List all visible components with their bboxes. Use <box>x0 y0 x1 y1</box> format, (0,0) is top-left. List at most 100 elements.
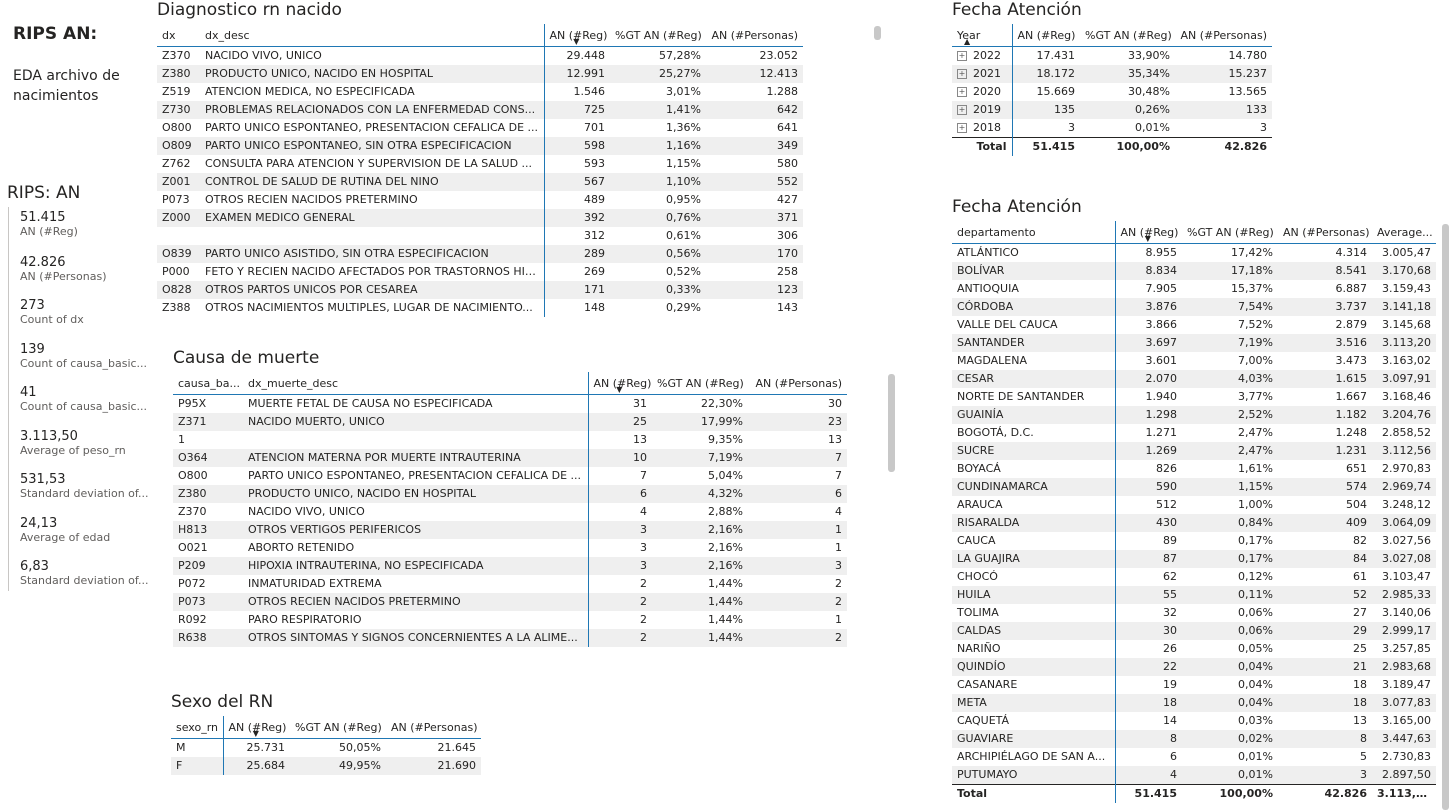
diag-row[interactable]: P073 OTROS RECIEN NACIDOS PRETERMINO 489 0,… <box>157 191 803 209</box>
dep-row[interactable]: CAUCA 89 0,17% 82 3.027,56 <box>952 532 1436 550</box>
dep-row[interactable]: CHOCÓ 62 0,12% 61 3.103,47 <box>952 568 1436 586</box>
causa-row[interactable]: Z371 NACIDO MUERTO, UNICO 25 17,99% 23 <box>173 413 847 431</box>
year-col-pct[interactable]: %GT AN (#Reg) <box>1080 24 1175 47</box>
sexo-table-visual[interactable]: sexo_rn AN (#Reg) ▼ %GT AN (#Reg) AN (#Pe… <box>171 716 483 775</box>
expand-plus-icon[interactable]: + <box>957 123 967 133</box>
sexo-row[interactable]: M 25.731 50,05% 21.645 <box>171 738 481 757</box>
dep-col-personas[interactable]: AN (#Personas) <box>1278 221 1372 244</box>
sexo-col-sexo[interactable]: sexo_rn <box>171 716 224 739</box>
dep-row[interactable]: BOLÍVAR 8.834 17,18% 8.541 3.170,68 <box>952 262 1436 280</box>
causa-row[interactable]: O021 ABORTO RETENIDO 3 2,16% 1 <box>173 539 847 557</box>
causa-row[interactable]: P209 HIPOXIA INTRAUTERINA, NO ESPECIFICAD… <box>173 557 847 575</box>
diag-row[interactable]: Z380 PRODUCTO UNICO, NACIDO EN HOSPITAL 12… <box>157 65 803 83</box>
dep-row[interactable]: CALDAS 30 0,06% 29 2.999,17 <box>952 622 1436 640</box>
diag-row[interactable]: 312 0,61% 306 <box>157 227 803 245</box>
fecha-dep-visual[interactable]: departamento AN (#Reg) ▼ %GT AN (#Reg) AN… <box>952 221 1438 810</box>
causa-col-reg[interactable]: AN (#Reg) ▼ <box>588 372 652 395</box>
expand-plus-icon[interactable]: + <box>957 105 967 115</box>
causa-col-code[interactable]: causa_ba... <box>173 372 243 395</box>
causa-row[interactable]: Z380 PRODUCTO UNICO, NACIDO EN HOSPITAL 6 4… <box>173 485 847 503</box>
diag-row[interactable]: Z762 CONSULTA PARA ATENCION Y SUPERVISION… <box>157 155 803 173</box>
dep-row[interactable]: MAGDALENA 3.601 7,00% 3.473 3.163,02 <box>952 352 1436 370</box>
dep-row[interactable]: CUNDINAMARCA 590 1,15% 574 2.969,74 <box>952 478 1436 496</box>
year-row[interactable]: +2018 3 0,01% 3 <box>952 119 1272 138</box>
year-row[interactable]: +2020 15.669 30,48% 13.565 <box>952 83 1272 101</box>
diag-row[interactable]: O809 PARTO UNICO ESPONTANEO, SIN OTRA ESP… <box>157 137 803 155</box>
expand-plus-icon[interactable]: + <box>957 87 967 97</box>
dep-row[interactable]: ARAUCA 512 1,00% 504 3.248,12 <box>952 496 1436 514</box>
sexo-col-pct[interactable]: %GT AN (#Reg) <box>290 716 386 739</box>
causa-col-personas[interactable]: AN (#Personas) <box>748 372 847 395</box>
diag-col-desc[interactable]: dx_desc <box>200 24 545 47</box>
diag-row[interactable]: Z001 CONTROL DE SALUD DE RUTINA DEL NINO 5… <box>157 173 803 191</box>
causa-col-desc[interactable]: dx_muerte_desc <box>243 372 589 395</box>
expand-plus-icon[interactable]: + <box>957 51 967 61</box>
causa-row[interactable]: P072 INMATURIDAD EXTREMA 2 1,44% 2 <box>173 575 847 593</box>
dep-col-reg[interactable]: AN (#Reg) ▼ <box>1115 221 1182 244</box>
causa-scrollbar[interactable] <box>888 374 895 472</box>
dep-scrollbar[interactable] <box>1442 224 1449 810</box>
dep-row[interactable]: ANTIOQUIA 7.905 15,37% 6.887 3.159,43 <box>952 280 1436 298</box>
causa-row[interactable]: P073 OTROS RECIEN NACIDOS PRETERMINO 2 1,44… <box>173 593 847 611</box>
diag-row[interactable]: P000 FETO Y RECIEN NACIDO AFECTADOS POR T… <box>157 263 803 281</box>
dep-row[interactable]: BOGOTÁ, D.C. 1.271 2,47% 1.248 2.858,52 <box>952 424 1436 442</box>
dep-row[interactable]: META 18 0,04% 18 3.077,83 <box>952 694 1436 712</box>
diag-table-visual[interactable]: dx dx_desc AN (#Reg) ▼ %GT AN (#Reg) AN (… <box>157 24 805 318</box>
causa-row[interactable]: R638 OTROS SINTOMAS Y SIGNOS CONCERNIENTE… <box>173 629 847 647</box>
dep-col-departamento[interactable]: departamento <box>952 221 1116 244</box>
dep-row[interactable]: ARCHIPIÉLAGO DE SAN A... 6 0,01% 5 2.730,83 <box>952 748 1436 766</box>
causa-row[interactable]: H813 OTROS VERTIGOS PERIFERICOS 3 2,16% 1 <box>173 521 847 539</box>
fecha-year-visual[interactable]: Year ▲ AN (#Reg) %GT AN (#Reg) AN (#Perso… <box>952 24 1274 156</box>
dep-row[interactable]: VALLE DEL CAUCA 3.866 7,52% 2.879 3.145,68 <box>952 316 1436 334</box>
diag-row[interactable]: Z519 ATENCION MEDICA, NO ESPECIFICADA 1.54… <box>157 83 803 101</box>
causa-row[interactable]: 1 13 9,35% 13 <box>173 431 847 449</box>
dep-col-average[interactable]: Average... <box>1372 221 1436 244</box>
sexo-row[interactable]: F 25.684 49,95% 21.690 <box>171 757 481 775</box>
dep-row[interactable]: NORTE DE SANTANDER 1.940 3,77% 1.667 3.168,4… <box>952 388 1436 406</box>
dep-row[interactable]: NARIÑO 26 0,05% 25 3.257,85 <box>952 640 1436 658</box>
dep-row[interactable]: SUCRE 1.269 2,47% 1.231 3.112,56 <box>952 442 1436 460</box>
sexo-col-reg[interactable]: AN (#Reg) ▼ <box>223 716 290 739</box>
dep-row[interactable]: BOYACÁ 826 1,61% 651 2.970,83 <box>952 460 1436 478</box>
year-col-reg[interactable]: AN (#Reg) <box>1012 24 1080 47</box>
diag-row[interactable]: O828 OTROS PARTOS UNICOS POR CESAREA 171 0,… <box>157 281 803 299</box>
diag-row[interactable]: Z730 PROBLEMAS RELACIONADOS CON LA ENFERM… <box>157 101 803 119</box>
diag-col-pct[interactable]: %GT AN (#Reg) <box>610 24 706 47</box>
diag-row[interactable]: Z000 EXAMEN MEDICO GENERAL 392 0,76% 371 <box>157 209 803 227</box>
causa-col-pct[interactable]: %GT AN (#Reg) <box>652 372 748 395</box>
dep-row[interactable]: QUINDÍO 22 0,04% 21 2.983,68 <box>952 658 1436 676</box>
causa-row[interactable]: O364 ATENCION MATERNA POR MUERTE INTRAUTE… <box>173 449 847 467</box>
causa-row[interactable]: O800 PARTO UNICO ESPONTANEO, PRESENTACION… <box>173 467 847 485</box>
diag-row[interactable]: Z370 NACIDO VIVO, UNICO 29.448 57,28% 23.052 <box>157 46 803 65</box>
dep-row[interactable]: CASANARE 19 0,04% 18 3.189,47 <box>952 676 1436 694</box>
dep-row[interactable]: CÓRDOBA 3.876 7,54% 3.737 3.141,18 <box>952 298 1436 316</box>
dep-row[interactable]: ATLÁNTICO 8.955 17,42% 4.314 3.005,47 <box>952 243 1436 262</box>
dep-row[interactable]: SANTANDER 3.697 7,19% 3.516 3.113,20 <box>952 334 1436 352</box>
sexo-col-personas[interactable]: AN (#Personas) <box>386 716 481 739</box>
causa-table-visual[interactable]: causa_ba... dx_muerte_desc AN (#Reg) ▼ %G… <box>173 372 849 659</box>
dep-row[interactable]: CESAR 2.070 4,03% 1.615 3.097,91 <box>952 370 1436 388</box>
dep-col-pct[interactable]: %GT AN (#Reg) <box>1182 221 1278 244</box>
expand-plus-icon[interactable]: + <box>957 69 967 79</box>
dep-row[interactable]: GUAVIARE 8 0,02% 8 3.447,63 <box>952 730 1436 748</box>
diag-col-personas[interactable]: AN (#Personas) <box>706 24 803 47</box>
causa-row[interactable]: R092 PARO RESPIRATORIO 2 1,44% 1 <box>173 611 847 629</box>
diag-col-dx[interactable]: dx <box>157 24 200 47</box>
year-col-year[interactable]: Year ▲ <box>952 24 1013 47</box>
dep-row[interactable]: GUAINÍA 1.298 2,52% 1.182 3.204,76 <box>952 406 1436 424</box>
dep-row[interactable]: RISARALDA 430 0,84% 409 3.064,09 <box>952 514 1436 532</box>
year-col-personas[interactable]: AN (#Personas) <box>1175 24 1272 47</box>
dep-row[interactable]: LA GUAJIRA 87 0,17% 84 3.027,08 <box>952 550 1436 568</box>
causa-row[interactable]: P95X MUERTE FETAL DE CAUSA NO ESPECIFICAD… <box>173 394 847 413</box>
year-row[interactable]: +2019 135 0,26% 133 <box>952 101 1272 119</box>
dep-row[interactable]: HUILA 55 0,11% 52 2.985,33 <box>952 586 1436 604</box>
year-row[interactable]: +2022 17.431 33,90% 14.780 <box>952 46 1272 65</box>
causa-row[interactable]: Z370 NACIDO VIVO, UNICO 4 2,88% 4 <box>173 503 847 521</box>
diag-row[interactable]: O839 PARTO UNICO ASISTIDO, SIN OTRA ESPEC… <box>157 245 803 263</box>
diag-scrollbar[interactable] <box>874 26 881 40</box>
diag-row[interactable]: O800 PARTO UNICO ESPONTANEO, PRESENTACION… <box>157 119 803 137</box>
year-row[interactable]: +2021 18.172 35,34% 15.237 <box>952 65 1272 83</box>
dep-row[interactable]: TOLIMA 32 0,06% 27 3.140,06 <box>952 604 1436 622</box>
dep-row[interactable]: PUTUMAYO 4 0,01% 3 2.897,50 <box>952 766 1436 785</box>
dep-row[interactable]: CAQUETÁ 14 0,03% 13 3.165,00 <box>952 712 1436 730</box>
